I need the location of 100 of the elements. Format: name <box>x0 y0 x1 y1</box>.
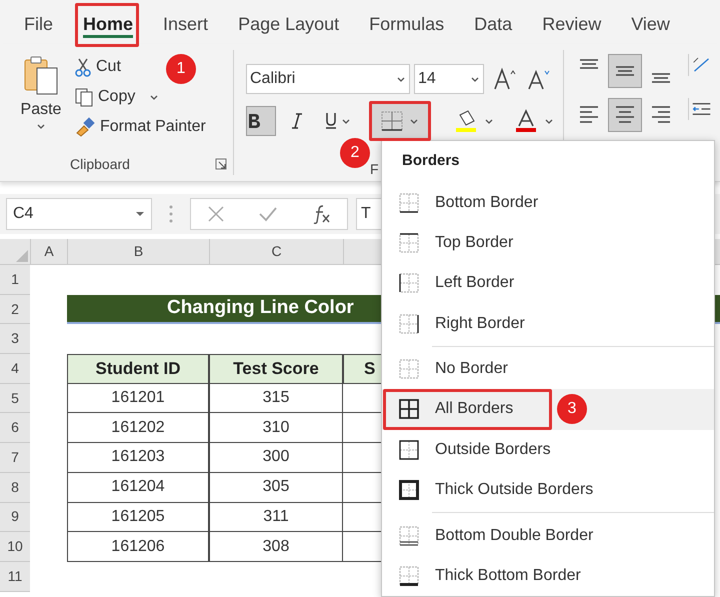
indent-icon <box>688 98 712 120</box>
group-label: F <box>370 161 379 177</box>
italic-icon <box>292 113 302 129</box>
align-center-button[interactable] <box>608 98 642 132</box>
font-color-icon <box>514 109 538 133</box>
row-header[interactable]: 1 <box>0 265 30 295</box>
select-all-icon <box>16 250 28 262</box>
grip-icon <box>168 204 174 224</box>
font-color-button[interactable] <box>514 109 554 133</box>
align-middle-button[interactable] <box>608 54 642 88</box>
table-cell: 300 <box>209 443 343 473</box>
row-header[interactable]: 2 <box>0 294 30 324</box>
table-cell: 161206 <box>67 532 209 562</box>
column-header[interactable]: B <box>67 239 209 264</box>
underline-icon <box>325 112 337 130</box>
format-painter-button[interactable]: Format Painter <box>74 114 206 140</box>
border-right-icon <box>399 314 419 334</box>
table-header-cell: S <box>343 354 383 384</box>
group-label: Clipboard <box>70 154 130 174</box>
paint-bucket-icon <box>454 109 478 133</box>
border-bottom-icon <box>399 192 419 213</box>
table-cell: 161203 <box>67 443 209 473</box>
checkmark-icon <box>258 205 278 223</box>
ribbon-tab[interactable]: Insert <box>149 4 222 44</box>
row-header[interactable]: 7 <box>0 443 30 473</box>
table-cell: 315 <box>209 384 343 414</box>
align-bottom-icon <box>650 73 672 83</box>
align-middle-icon <box>614 66 636 76</box>
bold-button[interactable] <box>246 106 276 136</box>
menu-item[interactable]: Thick Outside Borders <box>382 470 714 510</box>
menu-item[interactable]: Thick Bottom Border <box>382 556 714 596</box>
caret-icon <box>396 75 406 83</box>
table-cell: 161202 <box>67 413 209 444</box>
row-header[interactable]: 5 <box>0 384 30 414</box>
highlight-frame <box>369 101 431 141</box>
column-header[interactable]: C <box>209 239 343 264</box>
caret-icon <box>341 117 351 125</box>
row-header[interactable]: 11 <box>0 562 30 592</box>
ribbon-tab[interactable]: Page Layout <box>224 4 354 44</box>
border-all-icon <box>399 399 419 420</box>
align-center-icon <box>614 105 636 125</box>
border-thick-bottom-icon <box>399 566 419 586</box>
table-cell: 161201 <box>67 384 209 414</box>
caret-icon <box>149 93 160 101</box>
align-top-icon <box>578 59 600 69</box>
border-none-icon <box>399 359 419 380</box>
menu-item[interactable]: Bottom Double Border <box>382 515 714 556</box>
caret-icon <box>470 75 480 83</box>
row-header[interactable]: 8 <box>0 472 30 502</box>
menu-item[interactable]: No Border <box>382 348 714 390</box>
caret-icon <box>484 117 494 125</box>
copy-button[interactable]: Copy <box>74 84 206 110</box>
menu-item[interactable]: Bottom Border <box>382 182 714 223</box>
caret-icon <box>36 122 46 130</box>
ribbon-tab[interactable]: Home <box>69 4 148 44</box>
row-header[interactable]: 3 <box>0 324 30 354</box>
scissors-icon <box>74 57 92 77</box>
row-header[interactable]: 10 <box>0 532 30 562</box>
column-header[interactable]: A <box>30 239 67 264</box>
ribbon-tab[interactable]: File <box>10 4 68 44</box>
copy-icon <box>74 87 94 107</box>
font-size-field[interactable]: 14 <box>414 64 484 94</box>
table-cell: 308 <box>209 532 343 562</box>
menu-title: Borders <box>402 151 460 172</box>
table-cell: 161205 <box>67 502 209 532</box>
caret-icon <box>544 117 554 125</box>
name-box[interactable]: C4 <box>6 198 152 230</box>
row-header[interactable]: 9 <box>0 502 30 532</box>
fill-color-button[interactable] <box>454 109 494 133</box>
close-icon <box>207 205 226 223</box>
menu-item[interactable]: Outside Borders <box>382 430 714 470</box>
align-left-icon <box>578 105 600 125</box>
grow-font-icon <box>492 67 518 91</box>
table-cell: 310 <box>209 413 343 444</box>
font-name-field[interactable]: Calibri <box>246 64 410 94</box>
caret-icon <box>135 211 145 217</box>
table-header-cell: Student ID <box>67 354 209 384</box>
border-left-icon <box>399 273 419 294</box>
table-cell: 161204 <box>67 472 209 502</box>
row-header[interactable]: 4 <box>0 354 30 384</box>
borders-icon <box>381 111 403 131</box>
menu-item[interactable]: Top Border <box>382 222 714 264</box>
borders-button[interactable] <box>372 104 428 138</box>
row-header[interactable]: 6 <box>0 413 30 444</box>
table-cell: 305 <box>209 472 343 502</box>
align-right-icon <box>650 105 672 125</box>
caret-icon <box>409 117 419 125</box>
ribbon-tab[interactable]: View <box>617 4 684 44</box>
border-outside-icon <box>399 440 419 460</box>
bold-icon <box>247 113 261 129</box>
highlight-frame <box>75 3 139 47</box>
paste-button[interactable]: Paste <box>18 54 64 153</box>
ribbon-tab[interactable]: Data <box>460 4 526 44</box>
ribbon-tab[interactable]: Formulas <box>355 4 458 44</box>
paintbrush-icon <box>74 117 96 137</box>
border-thick-outside-icon <box>399 480 419 500</box>
orientation-icon <box>688 54 712 76</box>
table-header-cell: Test Score <box>209 354 343 384</box>
ribbon-tab[interactable]: Review <box>528 4 616 44</box>
border-bottom-double-icon <box>399 526 419 546</box>
